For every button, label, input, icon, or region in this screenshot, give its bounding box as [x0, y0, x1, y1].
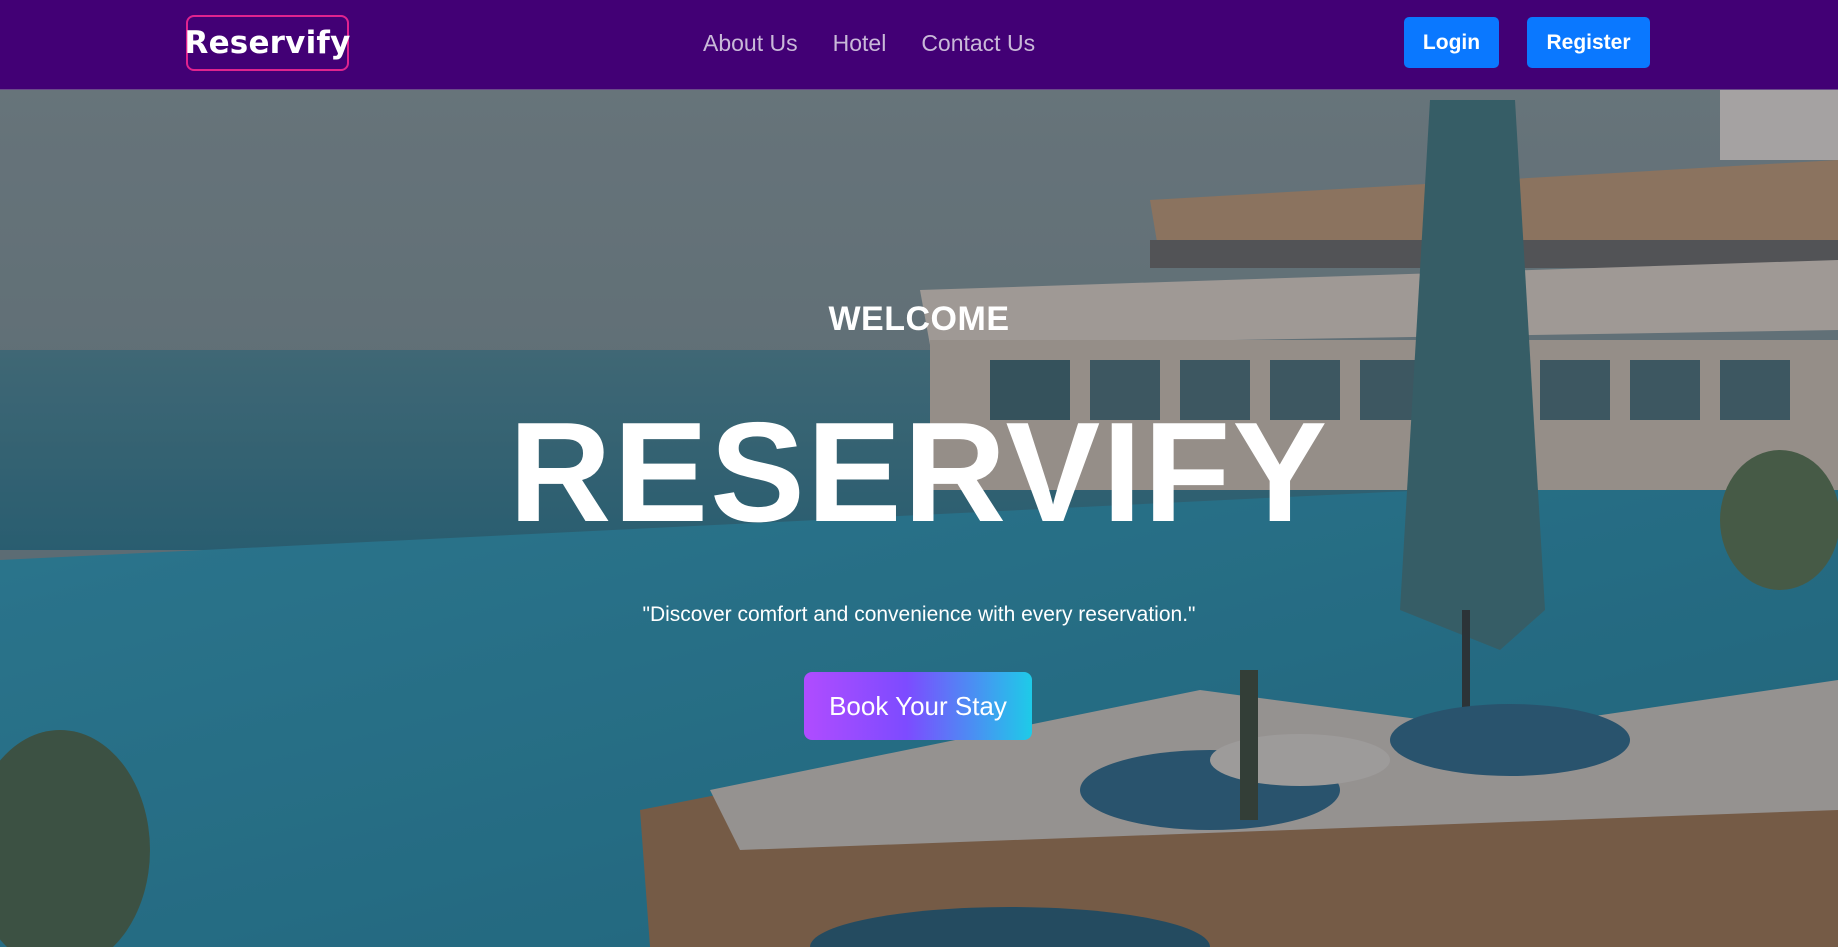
brand-logo[interactable]: Reservify	[185, 15, 350, 71]
nav-link-about-us[interactable]: About Us	[703, 30, 798, 57]
nav-link-hotel[interactable]: Hotel	[833, 30, 887, 57]
hero-section: WELCOME RESERVIFY "Discover comfort and …	[0, 90, 1838, 947]
nav-links: About Us Hotel Contact Us	[703, 0, 1035, 86]
register-button[interactable]: Register	[1527, 17, 1650, 68]
book-your-stay-button[interactable]: Book Your Stay	[804, 672, 1032, 740]
hero-tagline: "Discover comfort and convenience with e…	[642, 603, 1196, 626]
login-button[interactable]: Login	[1404, 17, 1499, 68]
hero-title: RESERVIFY	[508, 393, 1330, 552]
hero-welcome-text: WELCOME	[828, 300, 1010, 338]
navbar: Reservify About Us Hotel Contact Us Logi…	[0, 0, 1838, 90]
nav-link-contact-us[interactable]: Contact Us	[921, 30, 1035, 57]
